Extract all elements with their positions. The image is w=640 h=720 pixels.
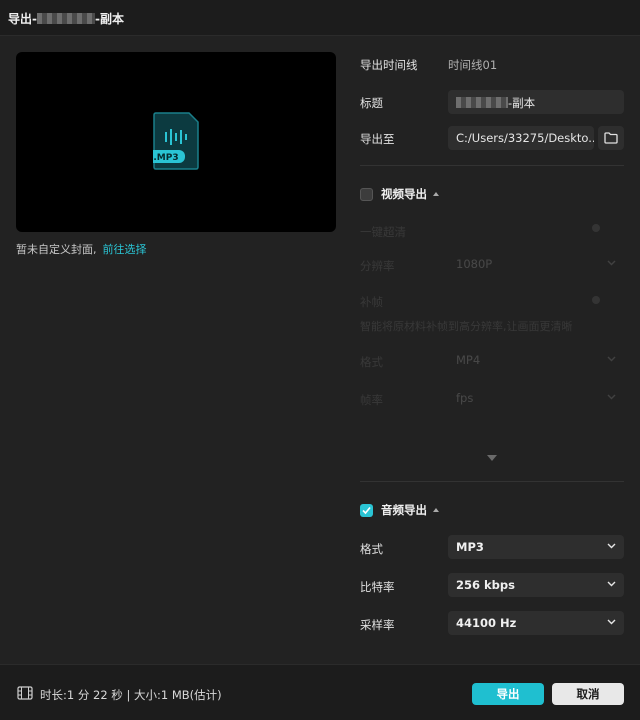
title-bar: 导出- -副本 <box>0 0 640 36</box>
cover-hint: 暂未自定义封面, 前往选择 <box>16 241 147 257</box>
video-format-select: MP4 <box>448 348 624 372</box>
resolution-value: 1080P <box>456 257 493 271</box>
fps-select: fps <box>448 386 624 410</box>
folder-icon <box>604 132 618 144</box>
audio-export-title: 音频导出 <box>381 503 427 517</box>
collapse-caret-icon[interactable] <box>433 508 439 512</box>
frame-interp-toggle <box>592 296 600 304</box>
enhance-hint: 智能将原材料补帧到高分辨率,让画面更清晰 <box>360 320 573 333</box>
one-click-label: 一键超清 <box>360 225 406 239</box>
export-button[interactable]: 导出 <box>472 683 544 705</box>
divider <box>360 165 624 166</box>
cancel-button[interactable]: 取消 <box>552 683 624 705</box>
title-prefix: 导出- <box>8 12 37 26</box>
title-input[interactable]: -副本 <box>448 90 624 114</box>
divider <box>360 481 624 482</box>
video-export-title: 视频导出 <box>381 187 427 201</box>
timeline-label: 导出时间线 <box>360 58 418 72</box>
choose-cover-link[interactable]: 前往选择 <box>103 243 147 256</box>
chevron-down-icon <box>607 581 616 587</box>
file-badge-text: .MP3 <box>153 153 178 163</box>
expand-more-icon[interactable] <box>487 455 497 461</box>
check-icon <box>362 506 371 514</box>
bitrate-label: 比特率 <box>360 580 395 594</box>
fps-label: 帧率 <box>360 393 383 407</box>
chevron-down-icon <box>607 356 616 362</box>
redacted-name <box>36 13 95 24</box>
timeline-value: 时间线01 <box>448 58 498 72</box>
audio-file-icon: .MP3 <box>153 112 199 170</box>
resolution-select: 1080P <box>448 252 624 276</box>
audio-export-header[interactable]: 音频导出 <box>360 502 439 518</box>
samplerate-label: 采样率 <box>360 618 395 632</box>
title-suffix: -副本 <box>94 12 124 26</box>
bitrate-value: 256 kbps <box>456 578 515 592</box>
audio-format-value: MP3 <box>456 540 484 554</box>
chevron-down-icon <box>607 260 616 266</box>
video-export-header[interactable]: 视频导出 <box>360 186 439 202</box>
video-format-label: 格式 <box>360 355 383 369</box>
resolution-label: 分辨率 <box>360 259 395 273</box>
export-to-label: 导出至 <box>360 132 395 146</box>
window-title: 导出- -副本 <box>8 10 124 27</box>
film-icon <box>17 686 33 700</box>
video-export-checkbox[interactable] <box>360 187 373 201</box>
fps-value: fps <box>456 391 474 405</box>
collapse-caret-icon[interactable] <box>433 192 439 196</box>
chevron-down-icon <box>607 394 616 400</box>
redacted-title <box>456 97 508 108</box>
chevron-down-icon <box>607 619 616 625</box>
bitrate-select[interactable]: 256 kbps <box>448 573 624 597</box>
title-input-suffix: -副本 <box>508 96 536 110</box>
title-label: 标题 <box>360 96 383 110</box>
cover-hint-text: 暂未自定义封面, <box>16 243 97 256</box>
frame-interp-label: 补帧 <box>360 295 383 309</box>
samplerate-value: 44100 Hz <box>456 616 517 630</box>
dialog-footer: 时长:1 分 22 秒 | 大小:1 MB(估计) 导出 取消 <box>0 664 640 720</box>
video-format-value: MP4 <box>456 353 481 367</box>
audio-format-select[interactable]: MP3 <box>448 535 624 559</box>
export-path-field[interactable]: C:/Users/33275/Deskto... <box>448 126 594 150</box>
samplerate-select[interactable]: 44100 Hz <box>448 611 624 635</box>
browse-folder-button[interactable] <box>598 126 624 150</box>
audio-export-checkbox[interactable] <box>360 503 373 517</box>
audio-format-label: 格式 <box>360 542 383 556</box>
one-click-toggle <box>592 224 600 232</box>
chevron-down-icon <box>607 543 616 549</box>
duration-size-info: 时长:1 分 22 秒 | 大小:1 MB(估计) <box>40 688 222 702</box>
